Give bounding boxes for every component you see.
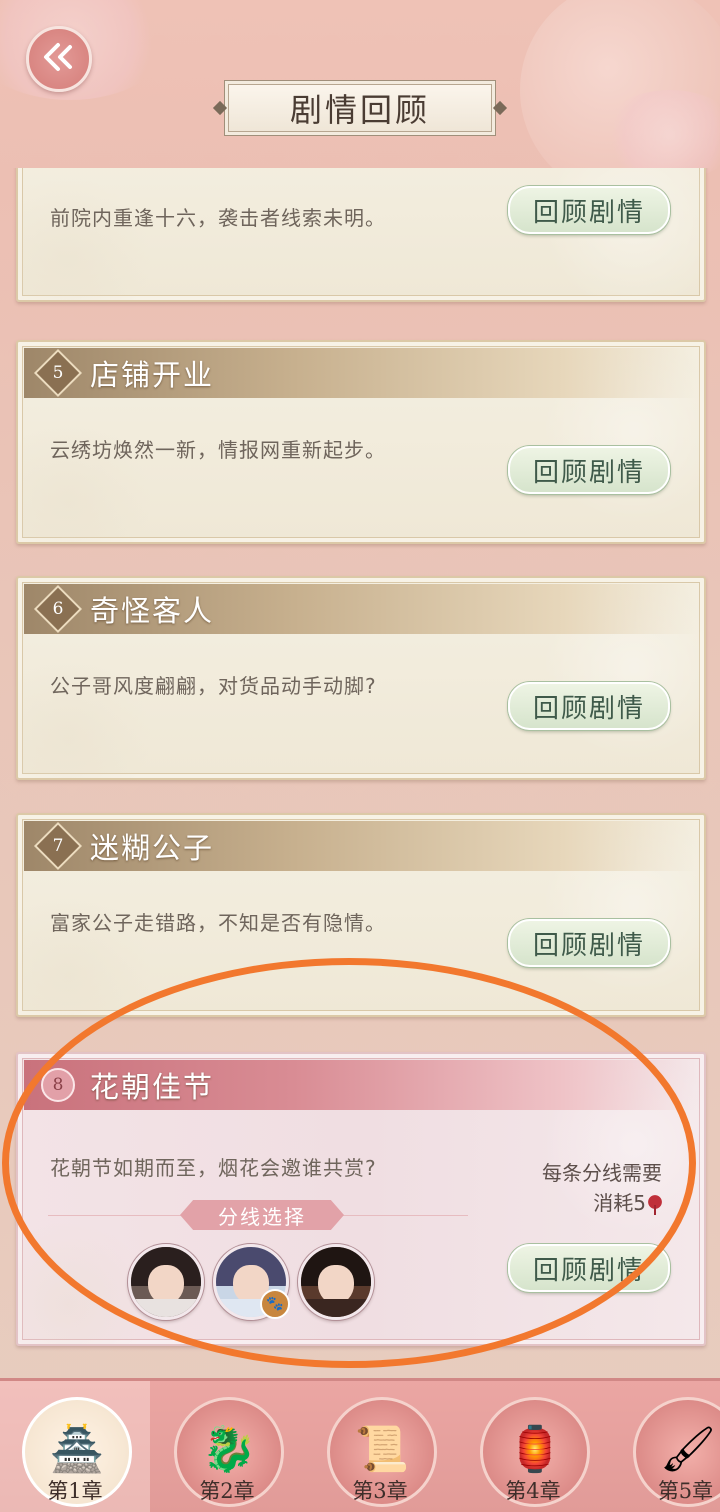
chapter-title: 奇怪客人	[90, 594, 215, 628]
review-button-label: 回顾剧情	[532, 197, 645, 228]
chapter-number-badge: 8	[38, 1065, 78, 1105]
chapter-card-featured: 8 花朝佳节 花朝节如期而至，烟花会邀谁共赏? 分线选择 🐾 每条分线需要 消耗…	[16, 1052, 706, 1346]
chapter-desc: 云绣坊焕然一新，情报网重新起步。	[50, 438, 386, 462]
review-story-button[interactable]: 回顾剧情	[508, 682, 670, 730]
chapter-title: 店铺开业	[90, 358, 215, 392]
red-knot-icon	[648, 1194, 662, 1215]
tab-label: 第3章	[352, 1479, 408, 1503]
paw-icon: 🐾	[260, 1289, 290, 1319]
tab-label: 第1章	[47, 1479, 103, 1503]
chapter-number-badge: 7	[38, 826, 78, 866]
review-button-label: 回顾剧情	[532, 1255, 645, 1286]
character-avatar-1[interactable]	[128, 1244, 204, 1320]
back-button[interactable]	[26, 26, 92, 92]
character-avatar-3[interactable]	[298, 1244, 374, 1320]
cost-line-2: 消耗5	[593, 1191, 646, 1215]
tab-label: 第2章	[199, 1479, 255, 1503]
chapter-header: 8 花朝佳节	[24, 1060, 698, 1110]
chapter-number-badge: 6	[38, 589, 78, 629]
chapter-header: 6 奇怪客人	[24, 584, 698, 634]
review-story-button[interactable]: 回顾剧情	[508, 919, 670, 967]
cost-line-1: 每条分线需要	[542, 1161, 662, 1185]
page-title-banner: 剧情回顾	[228, 84, 492, 132]
tab-chapter-1[interactable]: 🏯 第1章	[0, 1381, 150, 1512]
chapter-card: 7 迷糊公子 富家公子走错路，不知是否有隐情。 回顾剧情	[16, 813, 706, 1017]
page-title: 剧情回顾	[289, 91, 430, 129]
tab-chapter-5[interactable]: 🖌 第5章	[611, 1381, 720, 1512]
chapter-desc: 公子哥风度翩翩，对货品动手动脚?	[50, 674, 377, 698]
flower-decor	[18, 885, 158, 1015]
review-button-label: 回顾剧情	[532, 693, 645, 724]
chapter-card: 前院内重逢十六，袭击者线索未明。 回顾剧情	[16, 168, 706, 302]
lantern-icon: 🏮	[507, 1423, 563, 1475]
branch-cost-text: 每条分线需要 消耗5	[542, 1158, 662, 1218]
chapter-header: 5 店铺开业	[24, 348, 698, 398]
review-story-button[interactable]: 回顾剧情	[508, 446, 670, 494]
review-story-button[interactable]: 回顾剧情	[508, 1244, 670, 1292]
chapter-title: 迷糊公子	[90, 831, 215, 865]
flower-decor	[18, 648, 158, 778]
chapter-number-badge: 5	[38, 353, 78, 393]
jade-dragon-icon: 🐉	[201, 1423, 257, 1475]
review-button-label: 回顾剧情	[532, 457, 645, 488]
chapter-desc: 富家公子走错路，不知是否有隐情。	[50, 911, 386, 935]
tab-label: 第5章	[657, 1479, 714, 1503]
back-arrow-icon	[42, 42, 76, 76]
pavilion-icon: 🏯	[49, 1423, 105, 1475]
branch-select-label: 分线选择	[180, 1200, 344, 1230]
chapter-header: 7 迷糊公子	[24, 821, 698, 871]
review-story-button[interactable]: 回顾剧情	[508, 186, 670, 234]
tab-chapter-2[interactable]: 🐉 第2章	[152, 1381, 302, 1512]
chapter-tab-bar: 🏯 第1章 🐉 第2章 📜 第3章 🏮 第4章 🖌 第5章	[0, 1378, 720, 1512]
chapter-card: 6 奇怪客人 公子哥风度翩翩，对货品动手动脚? 回顾剧情	[16, 576, 706, 780]
avatar-robe	[301, 1298, 371, 1317]
branch-select-divider: 分线选择	[48, 1200, 468, 1230]
book-icon: 📜	[354, 1423, 410, 1475]
chapter-card: 5 店铺开业 云绣坊焕然一新，情报网重新起步。 回顾剧情	[16, 340, 706, 544]
review-button-label: 回顾剧情	[532, 930, 645, 961]
chapter-list[interactable]: 前院内重逢十六，袭击者线索未明。 回顾剧情 5 店铺开业 云绣坊焕然一新，情报网…	[0, 168, 720, 1374]
chapter-desc: 前院内重逢十六，袭击者线索未明。	[50, 206, 386, 230]
tab-chapter-4[interactable]: 🏮 第4章	[458, 1381, 608, 1512]
chapter-desc: 花朝节如期而至，烟花会邀谁共赏?	[50, 1156, 377, 1180]
avatar-robe	[131, 1298, 201, 1317]
brush-icon: 🖌	[660, 1423, 716, 1475]
chapter-title: 花朝佳节	[90, 1070, 215, 1104]
flower-decor	[18, 170, 158, 300]
character-avatar-2[interactable]: 🐾	[213, 1244, 290, 1320]
tab-label: 第4章	[505, 1479, 561, 1503]
flower-decor	[18, 412, 158, 542]
tab-chapter-3[interactable]: 📜 第3章	[305, 1381, 455, 1512]
